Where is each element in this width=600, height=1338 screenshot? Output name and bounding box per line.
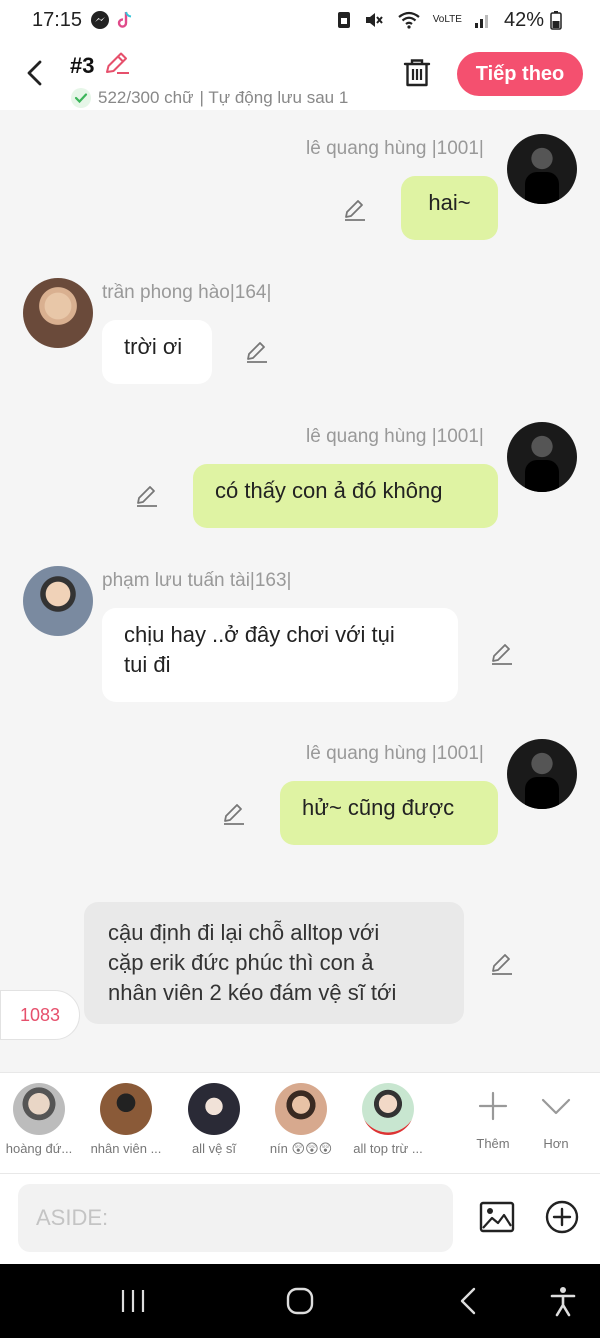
sender-name: trần phong hào|164| [102, 282, 272, 303]
character-avatar [275, 1083, 327, 1135]
autosave-text: | Tự động lưu sau 1 [199, 88, 349, 107]
edit-message-icon[interactable] [244, 338, 270, 364]
system-back-button[interactable] [452, 1284, 486, 1318]
character-avatar [13, 1083, 65, 1135]
avatar[interactable] [23, 278, 93, 348]
character-avatar [188, 1083, 240, 1135]
character-item[interactable]: nhân viên ... [81, 1083, 171, 1156]
message-text-line: chịu hay ..ở đây chơi với tụi [124, 622, 395, 647]
trash-icon [403, 59, 431, 87]
edit-message-icon[interactable] [221, 800, 247, 826]
signal-icon [474, 10, 492, 30]
home-button[interactable] [283, 1284, 317, 1318]
save-status: 522/300 chữ | Tự động lưu sau 1 [70, 87, 348, 109]
expand-button[interactable]: Hơn [526, 1089, 586, 1151]
messenger-icon [90, 10, 110, 30]
aside-text-line: cặp erik đức phúc thì con ả [108, 950, 374, 975]
accessibility-icon [550, 1287, 576, 1317]
more-label: Thêm [476, 1136, 510, 1151]
accessibility-button[interactable] [546, 1284, 580, 1318]
title-area: #3 522/300 chữ | Tự động lưu sau 1 [70, 50, 348, 109]
system-nav-bar [0, 1264, 600, 1338]
message-text: trời ơi [124, 334, 183, 359]
chevron-down-icon [541, 1098, 571, 1115]
home-icon [286, 1287, 314, 1315]
mute-icon [363, 10, 385, 30]
character-label: nín 😲😲😲 [269, 1141, 333, 1156]
avatar[interactable] [507, 422, 577, 492]
message-text: có thấy con ả đó không [215, 478, 443, 503]
expand-label: Hơn [543, 1136, 569, 1151]
aside-input[interactable] [18, 1184, 453, 1252]
volte-label: VoLTE [432, 14, 462, 25]
insert-image-button[interactable] [478, 1198, 516, 1236]
count-badge[interactable]: 1083 [0, 990, 80, 1040]
message-bubble[interactable]: hai~ [401, 176, 498, 240]
avatar[interactable] [507, 739, 577, 809]
pencil-icon [105, 52, 129, 74]
back-icon [460, 1287, 476, 1315]
recent-apps-icon [121, 1290, 145, 1312]
add-button[interactable] [543, 1198, 581, 1236]
character-strip: hoàng đứ... nhân viên ... all vệ sĩ nín … [0, 1072, 600, 1174]
character-avatar [362, 1083, 414, 1135]
sim-icon [337, 10, 351, 30]
character-item[interactable]: all vệ sĩ [169, 1083, 259, 1156]
image-icon [479, 1201, 515, 1233]
avatar[interactable] [23, 566, 93, 636]
character-item[interactable]: all top trừ ... [343, 1083, 433, 1156]
word-count: 522/300 chữ [98, 88, 194, 107]
chevron-left-icon [27, 60, 42, 86]
status-time: 17:15 [32, 8, 83, 31]
edit-message-icon[interactable] [134, 482, 160, 508]
tiktok-icon [116, 10, 134, 30]
input-bar [0, 1174, 600, 1264]
message-text-line: tui đi [124, 652, 171, 677]
status-bar: 17:15 VoLTE 42% [0, 0, 600, 40]
sender-name: phạm lưu tuấn tài|163| [102, 570, 292, 591]
character-label: nhân viên ... [90, 1141, 162, 1156]
edit-message-icon[interactable] [489, 950, 515, 976]
sender-name: lê quang hùng |1001| [306, 138, 484, 159]
character-item[interactable]: hoàng đứ... [0, 1083, 84, 1156]
character-label: all vệ sĩ [191, 1141, 237, 1156]
recent-apps-button[interactable] [116, 1284, 150, 1318]
plus-circle-icon [545, 1200, 579, 1234]
message-bubble[interactable]: chịu hay ..ở đây chơi với tụi tui đi [102, 608, 458, 702]
aside-bubble[interactable]: cậu định đi lại chỗ alltop với cặp erik … [84, 902, 464, 1024]
editor-header: #3 522/300 chữ | Tự động lưu sau 1 Tiếp … [0, 40, 600, 110]
add-character-button[interactable]: Thêm [463, 1089, 523, 1151]
message-text: hai~ [428, 190, 471, 215]
sender-name: lê quang hùng |1001| [306, 743, 484, 764]
aside-text-line: cậu định đi lại chỗ alltop với [108, 920, 380, 945]
message-bubble[interactable]: có thấy con ả đó không [193, 464, 498, 528]
sender-name: lê quang hùng |1001| [306, 426, 484, 447]
avatar[interactable] [507, 134, 577, 204]
volte-icon: VoLTE [433, 15, 462, 25]
chat-area[interactable]: lê quang hùng |1001| hai~ trần phong hào… [0, 110, 600, 1072]
chapter-title: #3 [70, 52, 95, 78]
character-item[interactable]: nín 😲😲😲 [256, 1083, 346, 1157]
edit-message-icon[interactable] [342, 196, 368, 222]
battery-icon [550, 10, 562, 30]
message-bubble[interactable]: hử~ cũng được [280, 781, 498, 845]
delete-button[interactable] [400, 56, 434, 90]
plus-icon [478, 1091, 508, 1121]
character-label: hoàng đứ... [5, 1141, 73, 1156]
character-label: all top trừ ... [353, 1141, 423, 1156]
edit-title-button[interactable] [103, 50, 131, 81]
message-bubble[interactable]: trời ơi [102, 320, 212, 384]
message-text: hử~ cũng được [302, 795, 455, 820]
aside-text-line: nhân viên 2 kéo đám vệ sĩ tới [108, 980, 397, 1005]
battery-level: 42% [503, 8, 544, 31]
edit-message-icon[interactable] [489, 640, 515, 666]
wifi-icon [397, 10, 421, 30]
check-circle-icon [71, 88, 91, 108]
back-button[interactable] [20, 58, 50, 88]
count-value: 1083 [19, 1004, 61, 1025]
character-avatar [100, 1083, 152, 1135]
next-button[interactable]: Tiếp theo [457, 52, 583, 96]
